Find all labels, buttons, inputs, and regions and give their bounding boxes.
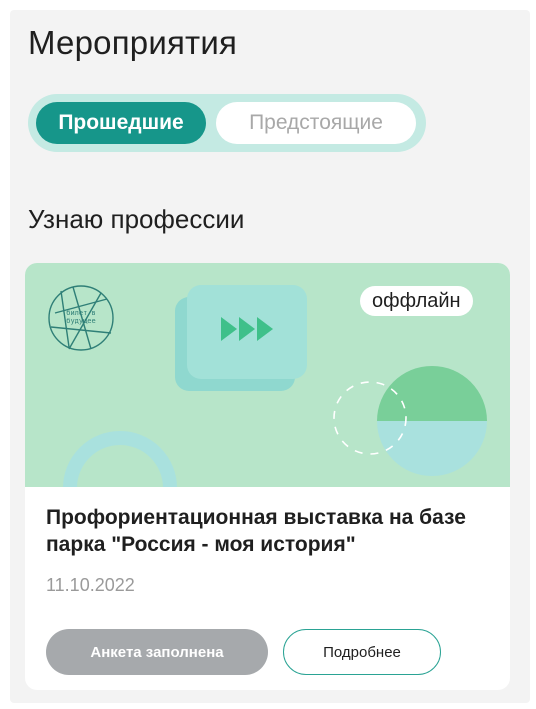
tab-past[interactable]: Прошедшие bbox=[36, 102, 206, 144]
svg-text:будущее: будущее bbox=[66, 317, 96, 325]
details-button[interactable]: Подробнее bbox=[283, 629, 441, 675]
page-title: Мероприятия bbox=[28, 24, 238, 61]
event-banner: билет в будущее оффлайн bbox=[25, 263, 510, 487]
event-date: 11.10.2022 bbox=[46, 575, 135, 595]
tab-upcoming[interactable]: Предстоящие bbox=[216, 102, 416, 144]
survey-completed-button[interactable]: Анкета заполнена bbox=[46, 629, 268, 675]
events-tabs: Прошедшие Предстоящие bbox=[28, 94, 426, 152]
svg-text:билет в: билет в bbox=[66, 309, 96, 317]
format-badge: оффлайн bbox=[360, 286, 473, 316]
event-title: Профориентационная выставка на базе парк… bbox=[46, 506, 466, 556]
events-panel: Мероприятия Прошедшие Предстоящие Узнаю … bbox=[10, 10, 530, 703]
event-card[interactable]: билет в будущее оффлайн Профориентационн… bbox=[25, 263, 510, 690]
logo-icon: билет в будущее bbox=[48, 285, 114, 351]
section-title: Узнаю профессии bbox=[28, 204, 245, 234]
